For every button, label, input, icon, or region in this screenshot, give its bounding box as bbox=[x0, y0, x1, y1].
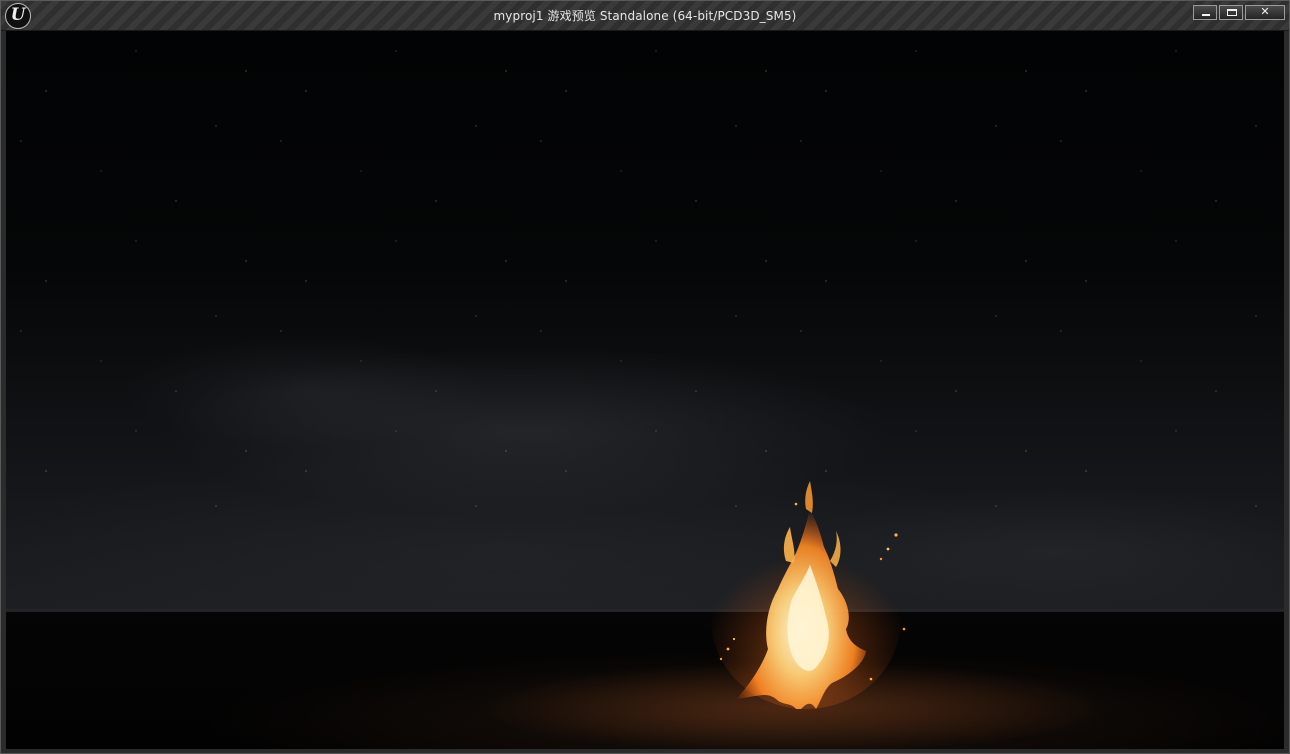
maximize-icon bbox=[1227, 9, 1237, 16]
maximize-button[interactable] bbox=[1219, 5, 1243, 20]
close-button[interactable]: ✕ bbox=[1245, 5, 1285, 20]
ember bbox=[886, 547, 890, 551]
window-controls: ✕ bbox=[1193, 5, 1285, 20]
flame-tongue-top bbox=[805, 481, 813, 513]
ember bbox=[869, 677, 873, 681]
ember bbox=[902, 627, 906, 631]
ember bbox=[726, 647, 730, 651]
ember bbox=[732, 637, 736, 641]
ground-plane bbox=[6, 612, 1284, 749]
ember bbox=[719, 657, 723, 661]
game-viewport[interactable] bbox=[6, 31, 1284, 749]
ember bbox=[794, 502, 798, 506]
title-bar[interactable]: U myproj1 游戏预览 Standalone (64-bit/PCD3D_… bbox=[1, 1, 1289, 31]
game-preview-window: U myproj1 游戏预览 Standalone (64-bit/PCD3D_… bbox=[0, 0, 1290, 754]
stars bbox=[6, 31, 1284, 511]
ember bbox=[879, 557, 883, 561]
minimize-button[interactable] bbox=[1193, 5, 1217, 20]
campfire-effect bbox=[711, 481, 906, 709]
ember bbox=[894, 533, 898, 537]
minimize-icon bbox=[1202, 14, 1210, 16]
window-title: myproj1 游戏预览 Standalone (64-bit/PCD3D_SM… bbox=[493, 9, 797, 23]
